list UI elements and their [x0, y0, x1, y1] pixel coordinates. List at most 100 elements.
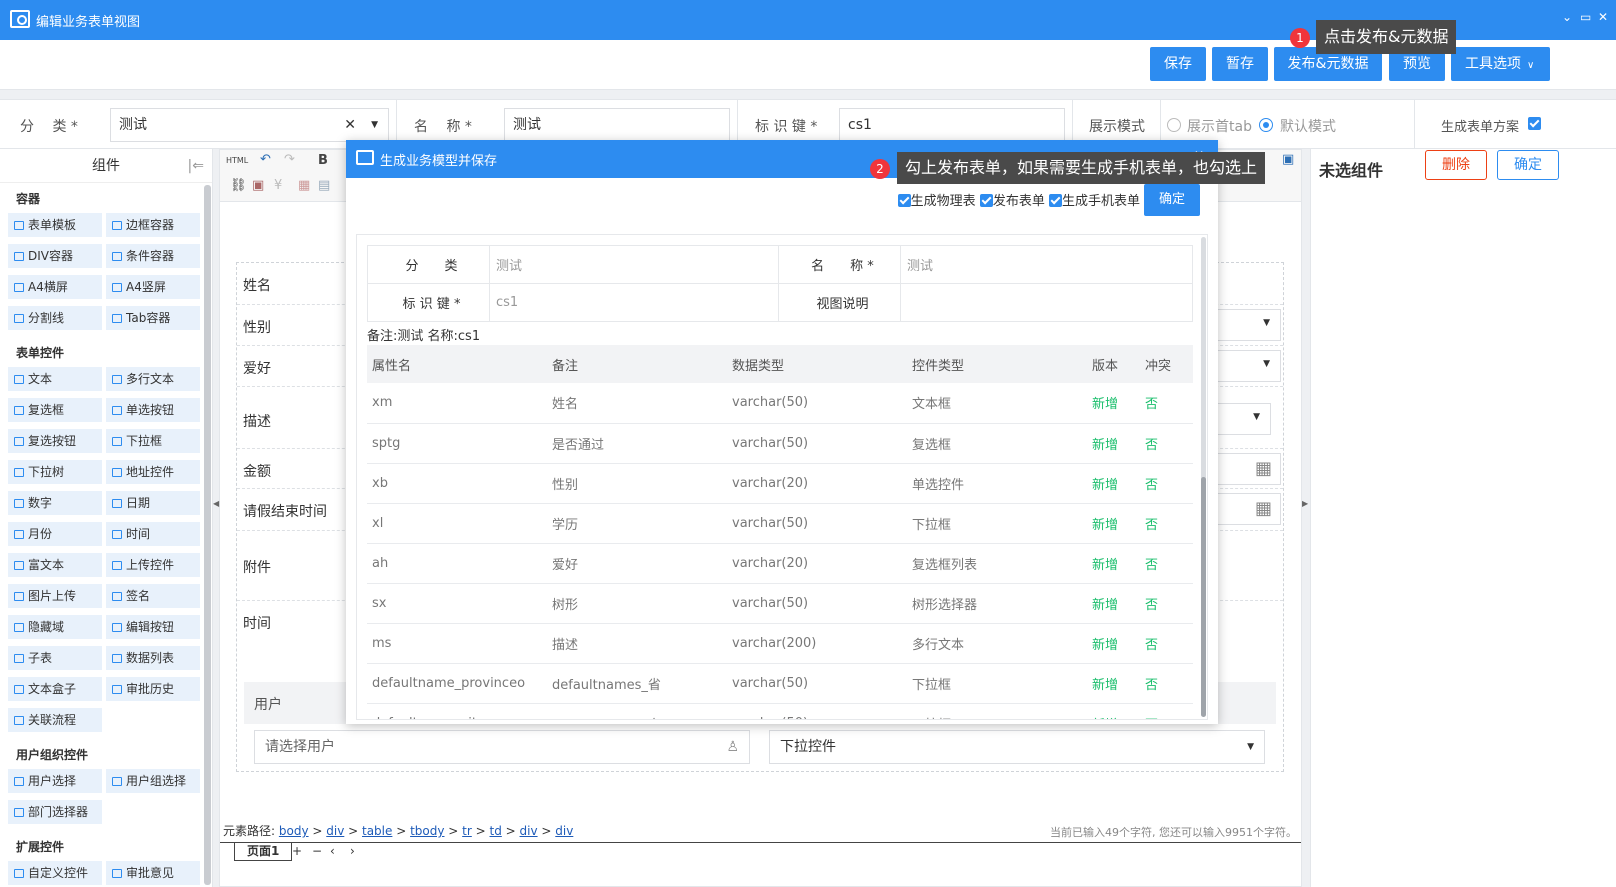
date-control[interactable]: ▦	[1217, 453, 1281, 485]
component-item[interactable]: 用户选择	[8, 769, 102, 793]
component-item[interactable]: 编辑按钮	[106, 615, 200, 639]
expand-left-handle[interactable]: ◀	[213, 490, 219, 518]
undo-icon[interactable]: ↶	[260, 152, 271, 167]
minimize-icon[interactable]: ⌄	[1562, 10, 1572, 24]
component-item[interactable]: 隐藏域	[8, 615, 102, 639]
component-item[interactable]: 多行文本	[106, 367, 200, 391]
table-row[interactable]: sptg 是否通过 varchar(50) 复选框 新增否	[367, 423, 1193, 464]
table-row[interactable]: xm 姓名 varchar(50) 文本框 新增否	[367, 383, 1193, 424]
component-item[interactable]: 条件容器	[106, 244, 200, 268]
gen-scheme-checkbox[interactable]	[1528, 117, 1541, 130]
component-item[interactable]: 审批历史	[106, 677, 200, 701]
date-control[interactable]: ▦	[1217, 493, 1281, 525]
component-item[interactable]: 审批意见	[106, 861, 200, 885]
fullscreen-icon[interactable]: ▣	[1282, 152, 1294, 167]
component-item[interactable]: 边框容器	[106, 213, 200, 237]
currency-icon[interactable]: ¥	[274, 178, 282, 193]
component-item[interactable]: A4横屏	[8, 275, 102, 299]
component-item[interactable]: 表单模板	[8, 213, 102, 237]
component-item[interactable]: 文本盒子	[8, 677, 102, 701]
path-link[interactable]: td	[490, 824, 502, 838]
find-icon[interactable]: ⛓	[230, 178, 247, 193]
component-item[interactable]: 时间	[106, 522, 200, 546]
path-link[interactable]: tbody	[410, 824, 444, 838]
image-tool-icon[interactable]: ▤	[318, 178, 330, 193]
table-row[interactable]: defaultname_citydefaultnames_市varchar(50…	[367, 703, 1193, 719]
path-link[interactable]: tr	[462, 824, 472, 838]
component-item[interactable]: 下拉框	[106, 429, 200, 453]
name-input[interactable]: 测试	[504, 108, 730, 142]
mobile-form-checkbox[interactable]	[1048, 194, 1062, 207]
component-item[interactable]: 数字	[8, 491, 102, 515]
component-item[interactable]: 部门选择器	[8, 800, 102, 824]
component-item[interactable]: 自定义控件	[8, 861, 102, 885]
calendar-tool-icon[interactable]: ▦	[298, 178, 310, 193]
component-item[interactable]: 数据列表	[106, 646, 200, 670]
select-control[interactable]: ▼	[1217, 350, 1281, 382]
expand-right-handle[interactable]: ▶	[1302, 490, 1308, 518]
key-input[interactable]: cs1	[839, 108, 1065, 142]
component-item[interactable]: 富文本	[8, 553, 102, 577]
component-item[interactable]: 地址控件	[106, 460, 200, 484]
physical-table-checkbox[interactable]	[897, 194, 911, 207]
component-item[interactable]: A4竖屏	[106, 275, 200, 299]
delete-button[interactable]: 删除	[1425, 150, 1487, 180]
add-page-icon[interactable]: +	[292, 844, 302, 858]
component-item[interactable]: 下拉树	[8, 460, 102, 484]
prev-page-icon[interactable]: ‹	[330, 844, 335, 858]
radio-default-mode[interactable]	[1259, 118, 1273, 132]
component-item[interactable]: 复选框	[8, 398, 102, 422]
component-item[interactable]: 月份	[8, 522, 102, 546]
collapse-left-icon[interactable]: |⇐	[188, 149, 204, 183]
tools-options-button[interactable]: 工具选项 ∨	[1451, 47, 1550, 81]
component-item[interactable]: 用户组选择	[106, 769, 200, 793]
user-select-input[interactable]: 请选择用户 ♙	[254, 730, 750, 764]
clear-icon[interactable]: ✕	[344, 109, 356, 141]
close-icon[interactable]: ✕	[1598, 10, 1608, 24]
components-scrollbar[interactable]	[204, 185, 211, 885]
table-row[interactable]: defaultname_provinceo defaultnames_省 varch…	[367, 663, 1193, 704]
save-button[interactable]: 保存	[1150, 47, 1206, 81]
path-link[interactable]: div	[555, 824, 573, 838]
maximize-icon[interactable]: ▭	[1580, 10, 1591, 24]
path-link[interactable]: div	[326, 824, 344, 838]
component-item[interactable]: 复选按钮	[8, 429, 102, 453]
table-row[interactable]: ms 描述 varchar(200) 多行文本 新增否	[367, 623, 1193, 664]
table-row[interactable]: sx 树形 varchar(50) 树形选择器 新增否	[367, 583, 1193, 624]
component-item[interactable]: 签名	[106, 584, 200, 608]
bold-icon[interactable]: B	[318, 153, 328, 168]
path-link[interactable]: div	[520, 824, 538, 838]
radio-first-tab[interactable]	[1167, 118, 1181, 132]
dialog-confirm-button[interactable]: 确定	[1144, 184, 1200, 216]
draft-button[interactable]: 暂存	[1212, 47, 1268, 81]
publish-form-checkbox[interactable]	[979, 194, 993, 207]
user-icon[interactable]: ♙	[726, 731, 739, 763]
component-item[interactable]: DIV容器	[8, 244, 102, 268]
component-item[interactable]: 分割线	[8, 306, 102, 330]
component-item[interactable]: 日期	[106, 491, 200, 515]
component-item[interactable]: 单选按钮	[106, 398, 200, 422]
confirm-button[interactable]: 确定	[1497, 150, 1559, 180]
path-link[interactable]: body	[279, 824, 309, 838]
table-row[interactable]: xl 学历 varchar(50) 下拉框 新增否	[367, 503, 1193, 544]
table-row[interactable]: ah 爱好 varchar(20) 复选框列表 新增否	[367, 543, 1193, 584]
html-source-icon[interactable]: HTML	[226, 156, 248, 165]
component-item[interactable]: 上传控件	[106, 553, 200, 577]
remove-page-icon[interactable]: −	[312, 844, 322, 858]
dropdown-control[interactable]: 下拉控件 ▼	[769, 730, 1265, 764]
component-item[interactable]: 子表	[8, 646, 102, 670]
component-item[interactable]: 文本	[8, 367, 102, 391]
category-select[interactable]: 测试 ✕ ▼	[110, 108, 389, 142]
component-item[interactable]: 图片上传	[8, 584, 102, 608]
paste-icon[interactable]: ▣	[252, 178, 264, 193]
dialog-scrollbar[interactable]	[1201, 237, 1206, 717]
redo-icon[interactable]: ↷	[284, 152, 295, 167]
dropdown-arrow-icon[interactable]: ▼	[371, 109, 378, 141]
component-item[interactable]: Tab容器	[106, 306, 200, 330]
component-item[interactable]: 关联流程	[8, 708, 102, 732]
path-link[interactable]: table	[362, 824, 392, 838]
select-control[interactable]: ▼	[1217, 309, 1281, 341]
next-page-icon[interactable]: ›	[350, 844, 355, 858]
page-tab[interactable]: 页面1	[234, 843, 293, 861]
table-row[interactable]: xb 性别 varchar(20) 单选控件 新增否	[367, 463, 1193, 504]
